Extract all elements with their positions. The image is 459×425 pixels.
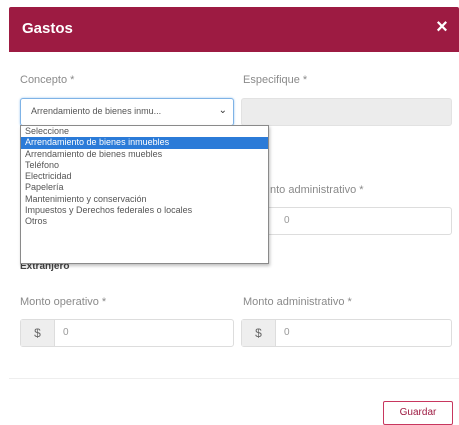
extranjero-admin-input[interactable]: $ 0	[241, 319, 452, 347]
nacional-admin-value: 0	[284, 215, 290, 226]
dropdown-option[interactable]: Otros	[21, 216, 268, 227]
dropdown-option[interactable]: Arrendamiento de bienes inmuebles	[21, 137, 268, 149]
save-button[interactable]: Guardar	[383, 401, 453, 425]
dollar-icon: $	[21, 320, 55, 346]
extranjero-operativo-input[interactable]: $ 0	[20, 319, 234, 347]
dropdown-option[interactable]: Mantenimiento y conservación	[21, 194, 268, 205]
extranjero-admin-label: Monto administrativo *	[243, 296, 352, 308]
concepto-selected-value: Arrendamiento de bienes inmu...	[31, 106, 162, 116]
dropdown-option[interactable]: Arrendamiento de bienes muebles	[21, 149, 268, 160]
dollar-icon: $	[242, 320, 276, 346]
concepto-label: Concepto *	[20, 74, 75, 86]
dropdown-option[interactable]: Electricidad	[21, 171, 268, 182]
chevron-down-icon: ⌄	[218, 105, 227, 116]
especifique-label: Especifique *	[243, 74, 308, 86]
modal-header: Gastos ×	[9, 7, 459, 52]
dropdown-option[interactable]: Teléfono	[21, 160, 268, 171]
close-icon[interactable]: ×	[431, 16, 453, 38]
nacional-admin-label: nto administrativo *	[270, 184, 364, 196]
dropdown-option[interactable]: Papelería	[21, 182, 268, 193]
dropdown-option[interactable]: Seleccione	[21, 126, 268, 137]
extranjero-admin-value: 0	[284, 327, 290, 338]
extranjero-operativo-label: Monto operativo *	[20, 296, 107, 308]
dropdown-option[interactable]: Impuestos y Derechos federales o locales	[21, 205, 268, 216]
especifique-input	[241, 98, 452, 126]
concepto-select[interactable]: Arrendamiento de bienes inmu... ⌄	[20, 98, 234, 126]
extranjero-operativo-value: 0	[63, 327, 69, 338]
modal-title: Gastos	[22, 20, 73, 37]
concepto-dropdown-list[interactable]: Seleccione Arrendamiento de bienes inmueb…	[20, 125, 269, 264]
nacional-admin-input[interactable]: 0	[241, 207, 452, 235]
footer-divider	[9, 378, 459, 379]
